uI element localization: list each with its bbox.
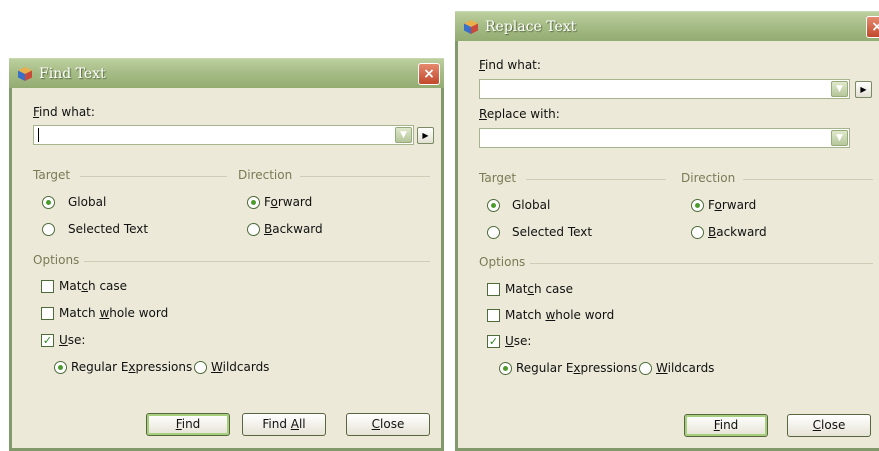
global-label: Global [512,198,551,212]
target-group-label: Target [33,168,71,182]
replace-expand-arrow-button[interactable]: ▶ [855,81,872,98]
close-icon: × [423,66,435,82]
chevron-down-icon[interactable]: ▼ [831,81,848,97]
direction-group-label: Direction [681,171,736,185]
forward-label: Forward [708,198,757,212]
find-dialog-title: Find Text [39,66,106,82]
selected-text-radio[interactable] [487,226,500,239]
find-button[interactable]: Find [146,413,230,436]
close-button[interactable]: Close [787,414,871,437]
divider [526,179,666,180]
wildcards-radio[interactable] [639,362,652,375]
match-case-checkbox[interactable] [41,280,54,293]
forward-radio[interactable] [691,199,704,212]
close-icon: × [871,19,879,35]
direction-group-label: Direction [238,168,293,182]
match-whole-word-checkbox[interactable] [41,307,54,320]
text-caret [38,128,39,142]
regular-expressions-label: Regular Expressions [71,360,193,374]
find-what-label: Find what: [33,105,95,119]
use-label: Use: [59,333,86,347]
forward-label: Forward [264,195,313,209]
regular-expressions-label: Regular Expressions [516,361,638,375]
checkmark-icon: ✓ [42,334,53,347]
replace-dialog-title: Replace Text [485,19,577,35]
forward-radio[interactable] [247,196,260,209]
regular-expressions-radio[interactable] [54,361,67,374]
match-whole-word-checkbox[interactable] [487,309,500,322]
wildcards-label: Wildcards [656,361,715,375]
find-dialog-close-button[interactable]: × [418,63,440,85]
backward-label: Backward [264,222,323,236]
find-text-dialog: Find Text × Find what: ▼ ▶ Target Direct… [9,58,444,451]
options-group-label: Options [479,255,526,269]
find-what-label: Find what: [479,58,541,72]
backward-radio[interactable] [247,223,260,236]
use-label: Use: [505,334,532,348]
find-what-combobox[interactable]: ▼ [479,79,850,99]
selected-text-label: Selected Text [512,225,593,239]
selected-text-label: Selected Text [68,222,149,236]
divider [743,179,873,180]
global-label: Global [68,195,107,209]
match-whole-word-label: Match whole word [59,306,169,320]
arrow-right-icon: ▶ [860,85,867,94]
global-radio[interactable] [42,196,55,209]
match-case-checkbox[interactable] [487,283,500,296]
checkmark-icon: ✓ [488,335,499,348]
replace-dialog-titlebar[interactable]: Replace Text × [455,11,879,41]
backward-radio[interactable] [691,226,704,239]
chevron-down-icon[interactable]: ▼ [395,127,412,143]
replace-text-dialog: Replace Text × Find what: ▼ ▶ Replace wi… [455,11,879,451]
find-all-button[interactable]: Find All [242,413,326,436]
find-dialog-titlebar[interactable]: Find Text × [9,58,444,88]
find-expand-arrow-button[interactable]: ▶ [417,127,434,144]
use-checkbox[interactable]: ✓ [487,335,500,348]
match-case-label: Match case [59,279,128,293]
wildcards-label: Wildcards [211,360,270,374]
chevron-down-icon[interactable]: ▼ [831,130,848,146]
regular-expressions-radio[interactable] [499,362,512,375]
close-button[interactable]: Close [346,413,430,436]
divider [300,176,430,177]
backward-label: Backward [708,225,767,239]
arrow-right-icon: ▶ [422,131,429,140]
divider [80,176,227,177]
replace-with-label: Replace with: [479,107,560,121]
match-whole-word-label: Match whole word [505,308,615,322]
replace-with-combobox[interactable]: ▼ [479,128,850,148]
selected-text-radio[interactable] [42,223,55,236]
divider [84,261,430,262]
match-case-label: Match case [505,282,574,296]
global-radio[interactable] [487,199,500,212]
wildcards-radio[interactable] [194,361,207,374]
divider [530,263,873,264]
use-checkbox[interactable]: ✓ [41,334,54,347]
find-button[interactable]: Find [684,414,768,437]
options-group-label: Options [33,253,80,267]
find-what-combobox[interactable]: ▼ [33,125,414,145]
app-cube-icon [18,67,32,81]
app-cube-icon [464,20,478,34]
target-group-label: Target [479,171,517,185]
replace-dialog-close-button[interactable]: × [866,16,879,38]
